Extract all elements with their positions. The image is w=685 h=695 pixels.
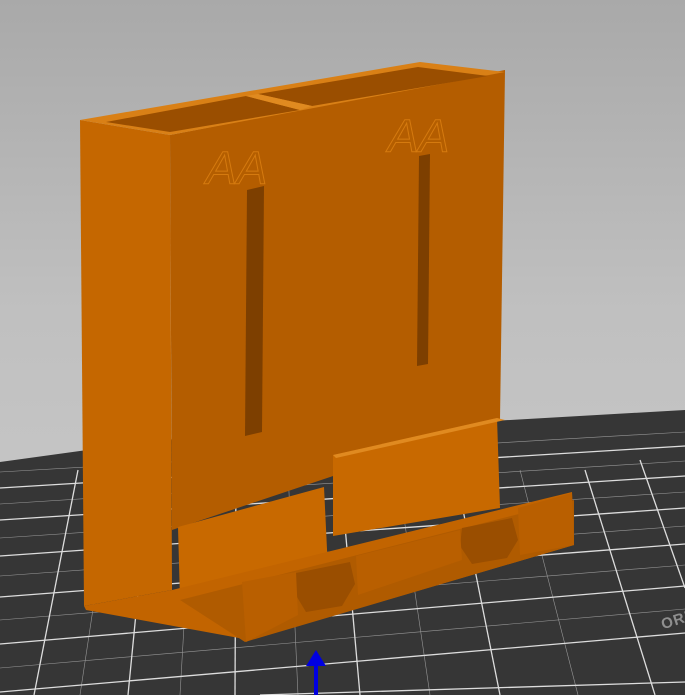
right-viewing-slot xyxy=(417,154,430,366)
scene-canvas[interactable]: AA AA xyxy=(0,0,685,695)
left-aa-label: AA xyxy=(203,142,267,194)
battery-holder-model[interactable]: AA AA xyxy=(80,62,574,642)
left-viewing-slot xyxy=(245,186,264,436)
right-aa-label: AA xyxy=(385,110,449,162)
3d-viewport[interactable]: AA AA ORI xyxy=(0,0,685,695)
left-side-wall xyxy=(80,120,172,606)
